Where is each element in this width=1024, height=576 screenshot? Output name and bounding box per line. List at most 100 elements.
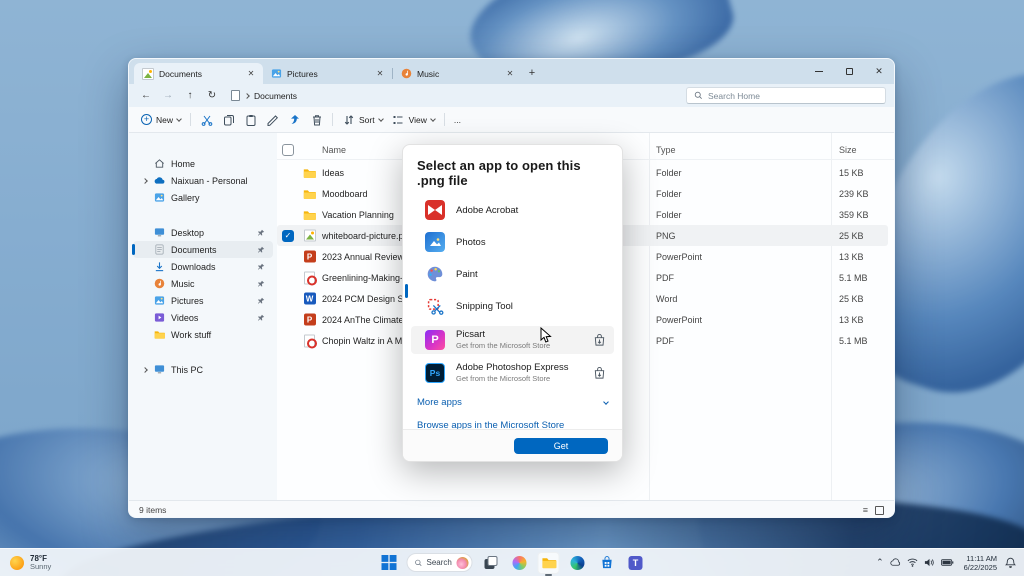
view-button[interactable]: View (392, 113, 435, 126)
sort-button[interactable]: Sort (342, 113, 383, 126)
close-tab-icon[interactable]: ✕ (504, 68, 516, 80)
details-view-toggle-icon[interactable] (875, 506, 884, 515)
store-download-icon[interactable] (593, 367, 606, 380)
onedrive-icon (153, 175, 165, 187)
app-option-snipping-tool[interactable]: Snipping Tool (411, 294, 614, 318)
more-apps-label: More apps (417, 397, 462, 408)
teams-button[interactable]: T (625, 552, 647, 574)
hidden-icons-chevron[interactable]: ⌃ (876, 557, 884, 568)
expand-chevron-icon[interactable] (141, 179, 149, 183)
explorer-search-input[interactable]: Search Home (686, 87, 886, 104)
app-option-adobe-acrobat[interactable]: Adobe Acrobat (411, 198, 614, 222)
sidebar-item-this-pc[interactable]: This PC (133, 361, 273, 378)
app-option-photoshop-express[interactable]: Ps Adobe Photoshop Express Get from the … (411, 359, 614, 387)
close-tab-icon[interactable]: ✕ (245, 68, 257, 80)
copilot-button[interactable] (509, 552, 531, 574)
navigation-pane: Home Naixuan - Personal Gallery Desktop … (129, 133, 277, 500)
see-more-button[interactable]: ... (454, 115, 461, 125)
folder-icon (303, 208, 316, 221)
minimize-button[interactable] (804, 59, 834, 84)
back-button[interactable]: ← (137, 88, 155, 104)
sidebar-item-pictures[interactable]: Pictures (133, 292, 273, 309)
volume-icon[interactable] (924, 557, 935, 568)
new-tab-button[interactable]: + (522, 63, 542, 83)
sidebar-item-work-stuff[interactable]: Work stuff (133, 326, 273, 343)
weather-condition: Sunny (30, 563, 51, 572)
tab-label: Documents (159, 69, 240, 79)
sidebar-item-documents[interactable]: Documents (133, 241, 273, 258)
refresh-button[interactable]: ↻ (203, 88, 221, 104)
clock[interactable]: 11:11 AM 6/22/2025 (964, 554, 997, 572)
taskbar-search-input[interactable]: Search (407, 553, 473, 572)
sidebar-item-gallery[interactable]: Gallery (133, 189, 273, 206)
more-apps-link[interactable]: More apps (417, 397, 608, 408)
tab-documents[interactable]: Documents ✕ (134, 63, 263, 84)
copy-button[interactable] (222, 113, 235, 126)
delete-button[interactable] (310, 113, 323, 126)
sidebar-item-videos[interactable]: Videos (133, 309, 273, 326)
share-button[interactable] (288, 113, 301, 126)
file-type: PDF (656, 336, 674, 346)
documents-icon (153, 244, 165, 256)
column-header-type[interactable]: Type (656, 145, 676, 155)
toolbar-separator (190, 113, 191, 126)
task-view-button[interactable] (480, 552, 502, 574)
app-name: Paint (456, 269, 478, 280)
search-icon (694, 91, 703, 100)
maximize-button[interactable] (834, 59, 864, 84)
tab-music[interactable]: Music ✕ (393, 63, 522, 84)
select-all-checkbox[interactable] (282, 144, 294, 156)
wifi-icon[interactable] (907, 557, 918, 568)
up-button[interactable]: ↑ (181, 88, 199, 104)
sidebar-item-onedrive[interactable]: Naixuan - Personal (133, 172, 273, 189)
plus-icon: + (141, 114, 152, 125)
app-option-paint[interactable]: Paint (411, 262, 614, 286)
cut-button[interactable] (200, 113, 213, 126)
pin-icon (257, 246, 265, 254)
photoshop-express-icon: Ps (425, 363, 445, 383)
file-type: Folder (656, 210, 682, 220)
sidebar-item-label: Gallery (171, 193, 200, 203)
paint-icon (425, 264, 445, 284)
onedrive-tray-icon[interactable] (890, 557, 901, 568)
app-option-photos[interactable]: Photos (411, 230, 614, 254)
store-download-icon[interactable] (593, 334, 606, 347)
image-file-icon (303, 229, 316, 242)
row-checkbox-checked[interactable]: ✓ (282, 230, 294, 242)
microsoft-store-button[interactable] (596, 552, 618, 574)
file-name: Ideas (322, 168, 344, 178)
rename-button[interactable] (266, 113, 279, 126)
sidebar-item-desktop[interactable]: Desktop (133, 224, 273, 241)
get-button[interactable]: Get (514, 438, 608, 454)
column-header-size[interactable]: Size (839, 145, 857, 155)
expand-chevron-icon[interactable] (141, 368, 149, 372)
sidebar-item-downloads[interactable]: Downloads (133, 258, 273, 275)
close-tab-icon[interactable]: ✕ (374, 68, 386, 80)
pdf-file-icon (303, 271, 316, 284)
file-size: 5.1 MB (839, 273, 868, 283)
close-button[interactable]: ✕ (864, 59, 894, 84)
file-explorer-button[interactable] (538, 552, 560, 574)
breadcrumb[interactable]: Documents (231, 90, 297, 101)
sort-icon (342, 113, 355, 126)
column-header-name[interactable]: Name (322, 145, 346, 155)
tab-pictures[interactable]: Pictures ✕ (263, 63, 392, 84)
weather-widget[interactable]: 78°F Sunny (0, 554, 200, 572)
list-view-toggle-icon[interactable]: ≡ (863, 505, 867, 515)
new-button[interactable]: + New (141, 114, 181, 125)
app-name: Picsart (456, 329, 550, 341)
start-button[interactable] (378, 552, 400, 574)
notification-bell-icon[interactable] (1005, 557, 1016, 568)
sidebar-item-home[interactable]: Home (133, 155, 273, 172)
paste-button[interactable] (244, 113, 257, 126)
sun-icon (10, 556, 24, 570)
sidebar-item-music[interactable]: Music (133, 275, 273, 292)
app-option-picsart[interactable]: P Picsart Get from the Microsoft Store (411, 326, 614, 354)
battery-icon[interactable] (941, 557, 954, 568)
file-type: PowerPoint (656, 252, 702, 262)
forward-button[interactable]: → (159, 88, 177, 104)
edge-button[interactable] (567, 552, 589, 574)
pin-icon (257, 314, 265, 322)
sidebar-item-label: Naixuan - Personal (171, 176, 248, 186)
file-size: 25 KB (839, 294, 864, 304)
